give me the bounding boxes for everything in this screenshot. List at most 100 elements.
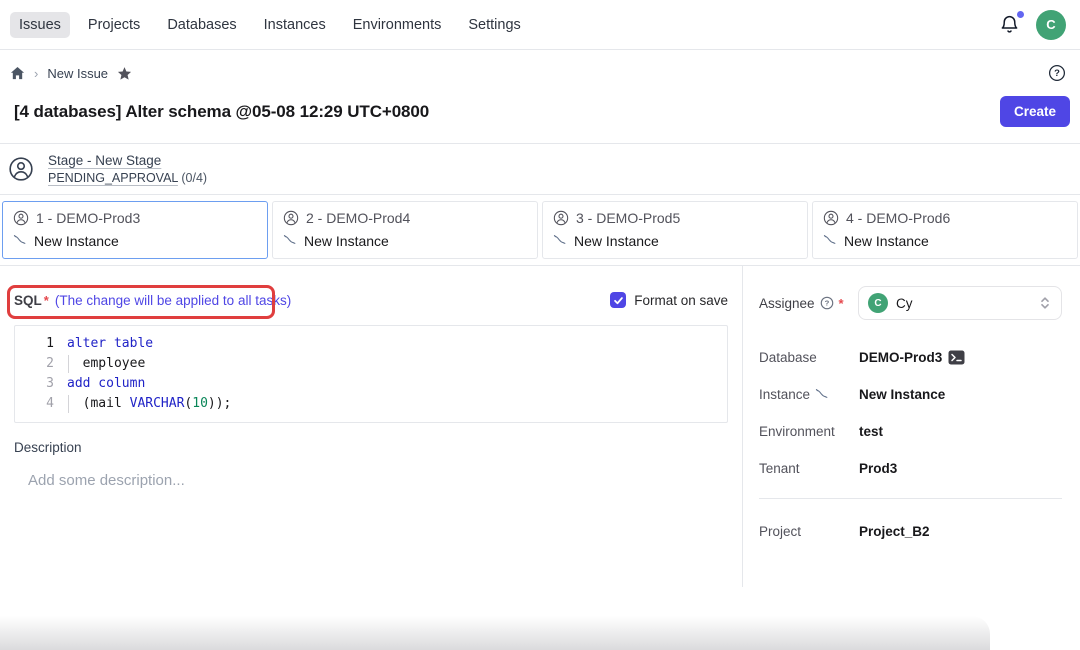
stage-progress: (0/4) <box>181 171 207 185</box>
description-input[interactable]: Add some description... <box>14 472 728 512</box>
assignee-select[interactable]: C Cy <box>858 286 1062 320</box>
bell-icon <box>999 14 1020 35</box>
environment-label: Environment <box>759 424 859 439</box>
bottom-window-shadow <box>0 616 990 650</box>
sql-note: (The change will be applied to all tasks… <box>55 293 291 308</box>
user-circle-icon <box>823 210 839 226</box>
create-button[interactable]: Create <box>1000 96 1070 127</box>
editor-line: 3add column <box>15 374 727 394</box>
nav-item-databases[interactable]: Databases <box>158 12 245 38</box>
task-card[interactable]: 1 - DEMO-Prod3 New Instance <box>2 201 268 259</box>
task-instance-name: New Instance <box>574 233 659 249</box>
chevron-up-down-icon <box>1038 295 1052 311</box>
line-number: 4 <box>15 394 67 414</box>
required-asterisk: * <box>44 293 49 308</box>
home-icon[interactable] <box>10 66 25 81</box>
task-instance-name: New Instance <box>844 233 929 249</box>
task-card[interactable]: 3 - DEMO-Prod5 New Instance <box>542 201 808 259</box>
nav-item-environments[interactable]: Environments <box>344 12 451 38</box>
help-icon[interactable]: ? <box>820 296 834 310</box>
environment-value: test <box>859 424 883 439</box>
task-instance-name: New Instance <box>304 233 389 249</box>
code-text: add column <box>67 374 145 394</box>
nav-item-settings[interactable]: Settings <box>459 12 529 38</box>
task-name: 3 - DEMO-Prod5 <box>576 210 680 226</box>
sql-label-row: SQL * (The change will be applied to all… <box>14 287 728 313</box>
user-circle-icon <box>283 210 299 226</box>
line-number: 3 <box>15 374 67 394</box>
new-issue-page: Issues Projects Databases Instances Environm… <box>0 0 1080 650</box>
page-title: [4 databases] Alter schema @05-08 12:29 … <box>14 102 429 122</box>
stage-section: Stage - New Stage PENDING_APPROVAL (0/4) <box>0 144 1080 194</box>
breadcrumb: › New Issue ? <box>0 58 1080 88</box>
stage-status-link[interactable]: PENDING_APPROVAL <box>48 171 178 185</box>
tenant-label: Tenant <box>759 461 859 476</box>
sql-editor-terminal-icon[interactable] <box>948 350 965 365</box>
notification-bell-button[interactable] <box>999 14 1020 35</box>
assignee-row: Assignee ? * C Cy <box>759 286 1062 320</box>
task-name: 4 - DEMO-Prod6 <box>846 210 950 226</box>
code-text: employee <box>67 354 145 374</box>
project-row: Project Project_B2 <box>759 524 1062 539</box>
task-card-list: 1 - DEMO-Prod3New Instance2 - DEMO-Prod4… <box>0 195 1080 265</box>
code-text: (mail VARCHAR(10)); <box>67 394 231 414</box>
editor-line: 1alter table <box>15 334 727 354</box>
top-navigation: Issues Projects Databases Instances Environm… <box>0 0 1080 50</box>
user-circle-icon <box>13 210 29 226</box>
chevron-right-icon: › <box>34 66 38 81</box>
instance-row: InstanceNew Instance <box>759 387 1062 402</box>
instance-value: New Instance <box>859 387 945 402</box>
database-label: Database <box>759 350 859 365</box>
task-instance-name: New Instance <box>34 233 119 249</box>
project-value: Project_B2 <box>859 524 930 539</box>
svg-text:?: ? <box>824 299 829 308</box>
mysql-icon <box>815 388 829 402</box>
divider <box>759 498 1062 499</box>
user-circle-icon <box>553 210 569 226</box>
user-circle-icon <box>8 156 34 182</box>
description-label: Description <box>14 440 728 455</box>
environment-row: Environmenttest <box>759 424 1062 439</box>
issue-sidebar: Assignee ? * C Cy <box>742 266 1080 587</box>
stage-name-link[interactable]: Stage - New Stage <box>48 153 207 168</box>
code-text: alter table <box>67 334 153 354</box>
assignee-avatar: C <box>868 293 888 313</box>
editor-line: 2 employee <box>15 354 727 374</box>
nav-item-issues[interactable]: Issues <box>10 12 70 38</box>
sql-label: SQL <box>14 293 42 308</box>
nav-item-instances[interactable]: Instances <box>255 12 335 38</box>
svg-text:?: ? <box>1054 68 1060 79</box>
tenant-row: TenantProd3 <box>759 461 1062 476</box>
help-icon[interactable]: ? <box>1048 64 1066 82</box>
format-on-save-control: Format on save <box>610 292 728 308</box>
mysql-icon <box>823 234 837 248</box>
indent-guide <box>68 395 69 413</box>
database-value: DEMO-Prod3 <box>859 350 965 365</box>
mysql-icon <box>553 234 567 248</box>
task-card[interactable]: 2 - DEMO-Prod4 New Instance <box>272 201 538 259</box>
required-asterisk: * <box>839 296 844 311</box>
user-avatar[interactable]: C <box>1036 10 1066 40</box>
nav-item-projects[interactable]: Projects <box>79 12 149 38</box>
editor-line: 4 (mail VARCHAR(10)); <box>15 394 727 414</box>
tenant-value: Prod3 <box>859 461 897 476</box>
line-number: 2 <box>15 354 67 374</box>
task-card[interactable]: 4 - DEMO-Prod6 New Instance <box>812 201 1078 259</box>
task-name: 1 - DEMO-Prod3 <box>36 210 140 226</box>
database-row: DatabaseDEMO-Prod3 <box>759 350 1062 365</box>
format-on-save-checkbox[interactable] <box>610 292 626 308</box>
assignee-label: Assignee <box>759 296 815 311</box>
task-name: 2 - DEMO-Prod4 <box>306 210 410 226</box>
indent-guide <box>68 355 69 373</box>
star-icon[interactable] <box>117 66 132 81</box>
issue-header: [4 databases] Alter schema @05-08 12:29 … <box>0 88 1080 143</box>
notification-dot <box>1017 11 1024 18</box>
line-number: 1 <box>15 334 67 354</box>
breadcrumb-current[interactable]: New Issue <box>47 66 108 81</box>
project-label: Project <box>759 524 859 539</box>
mysql-icon <box>283 234 297 248</box>
sql-code-editor[interactable]: 1alter table2 employee3add column4 (mail… <box>14 325 728 423</box>
sql-pane: SQL * (The change will be applied to all… <box>0 266 742 587</box>
assignee-value: Cy <box>896 296 913 311</box>
format-on-save-label: Format on save <box>634 293 728 308</box>
